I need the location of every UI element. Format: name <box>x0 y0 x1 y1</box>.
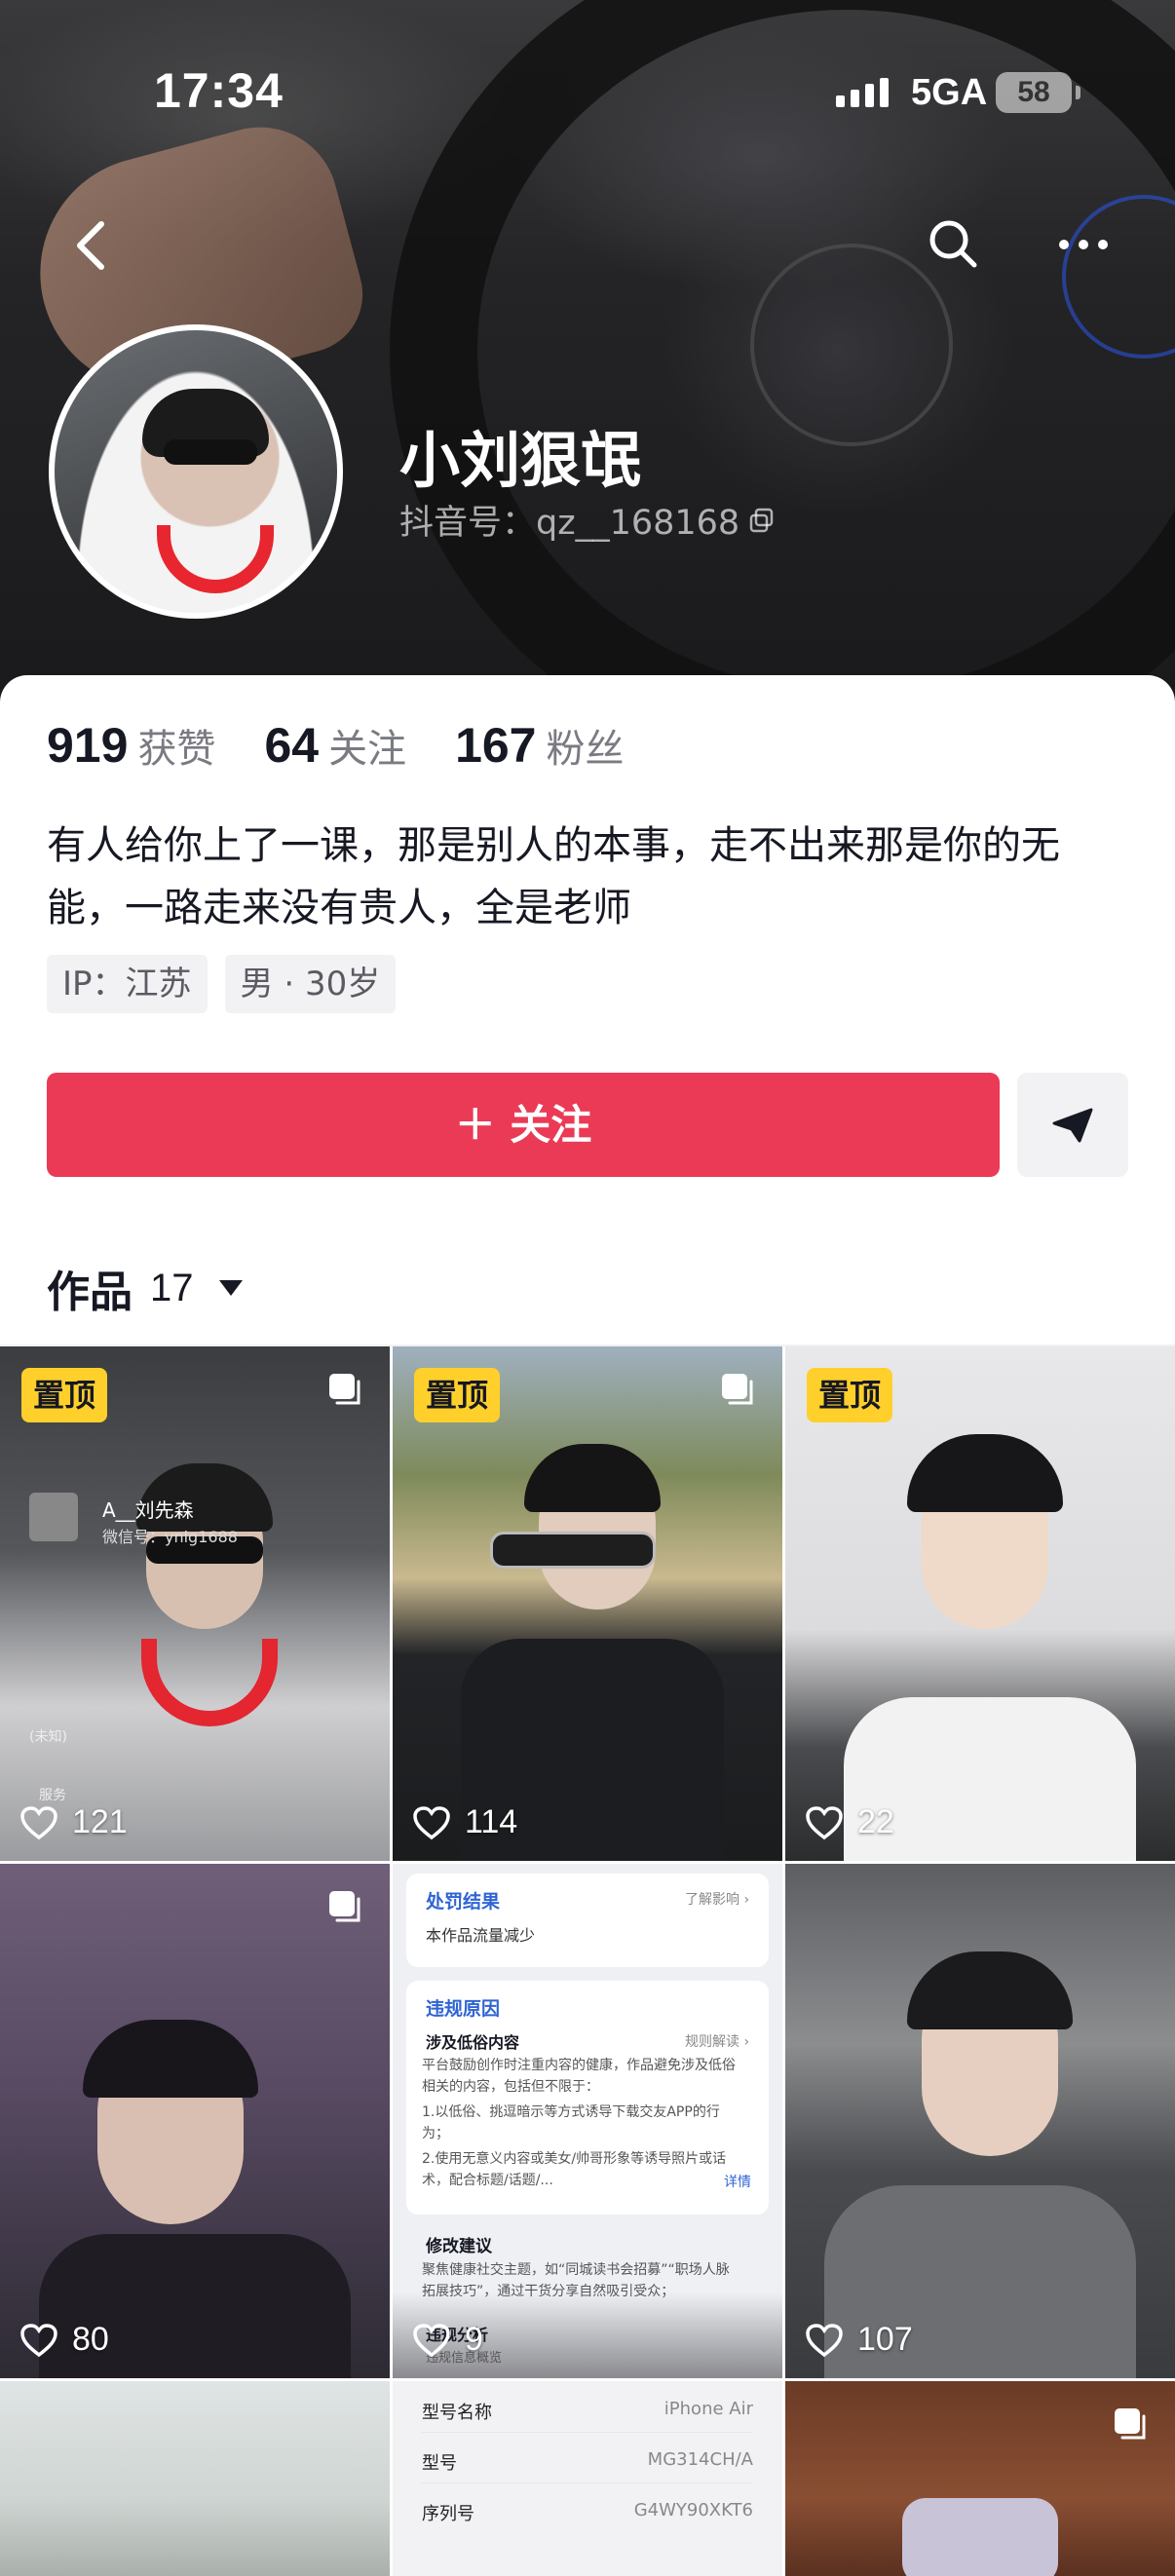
doc-detail-link: 详情 <box>724 2175 751 2190</box>
heart-icon <box>806 1805 843 1839</box>
video-thumbnail[interactable]: 处罚结果 了解影响 › 本作品流量减少 违规原因 涉及低俗内容 规则解读 › 平… <box>393 1864 782 2378</box>
doc-advice-title: 修改建议 <box>426 2237 492 2256</box>
profile-tags: IP：江苏 男 · 30岁 <box>47 955 397 1013</box>
status-time: 17:34 <box>154 63 284 118</box>
overlay-small: (未知) <box>29 1729 67 1745</box>
multi-image-icon <box>722 1374 753 1405</box>
avatar[interactable] <box>49 324 343 619</box>
search-button[interactable] <box>926 216 980 271</box>
spec-row: 型号名称 iPhone Air <box>422 2399 753 2433</box>
like-count: 107 <box>805 2321 913 2359</box>
profile-stats: 919 获赞 64 关注 167 粉丝 <box>47 717 673 774</box>
spec-row: 型号 MG314CH/A <box>422 2449 753 2483</box>
spec-row: 序列号 G4WY90XKT6 <box>422 2500 753 2524</box>
video-thumbnail[interactable]: 置顶 22 <box>785 1346 1175 1861</box>
multi-image-icon <box>1115 2408 1146 2440</box>
doc-result-text: 本作品流量减少 <box>426 1926 536 1945</box>
like-count: 80 <box>19 2321 109 2359</box>
like-count: 9 <box>412 2321 483 2359</box>
stat-likes[interactable]: 919 获赞 <box>47 717 215 774</box>
copy-icon[interactable] <box>749 508 775 533</box>
video-thumbnail[interactable]: 型号名称 iPhone Air 型号 MG314CH/A 序列号 G4WY90X… <box>393 2381 782 2576</box>
stat-following[interactable]: 64 关注 <box>264 717 406 774</box>
video-thumbnail[interactable]: 107 <box>785 1864 1175 2378</box>
pinned-badge: 置顶 <box>414 1368 501 1422</box>
works-count: 17 <box>150 1266 194 1309</box>
like-count: 22 <box>805 1803 894 1841</box>
doc-reason-link: 规则解读 › <box>685 2034 750 2050</box>
like-count: 114 <box>412 1803 517 1841</box>
send-icon <box>1052 1108 1093 1142</box>
video-thumbnail[interactable] <box>0 2381 390 2576</box>
heart-icon <box>20 1805 57 1839</box>
video-thumbnail[interactable]: A__刘先森 微信号：ynlg1688 (未知) 服务 置顶 121 <box>0 1346 390 1861</box>
message-button[interactable] <box>1017 1073 1128 1177</box>
video-thumbnail[interactable]: 置顶 114 <box>393 1346 782 1861</box>
chevron-left-icon <box>77 221 104 270</box>
tag-gender-age: 男 · 30岁 <box>224 955 397 1013</box>
heart-icon <box>413 1805 450 1839</box>
profile-name: 小刘狠氓 <box>399 425 642 496</box>
back-button[interactable] <box>70 216 113 275</box>
follow-button[interactable]: ＋ 关注 <box>47 1073 1000 1177</box>
overlay-name: A__刘先森 <box>102 1498 194 1522</box>
stat-followers[interactable]: 167 粉丝 <box>455 717 624 774</box>
doc-result-title: 处罚结果 <box>426 1891 501 1913</box>
battery-icon: 58 <box>996 72 1080 113</box>
ellipsis-icon <box>1059 240 1108 249</box>
video-thumbnail[interactable]: 80 <box>0 1864 390 2378</box>
pinned-badge: 置顶 <box>807 1368 893 1422</box>
more-button[interactable] <box>1056 230 1111 259</box>
like-count: 121 <box>19 1803 128 1841</box>
overlay-wechat: 微信号：ynlg1688 <box>102 1528 238 1546</box>
tag-ip: IP：江苏 <box>47 955 208 1013</box>
heart-icon <box>806 2323 843 2357</box>
caret-down-icon <box>218 1280 243 1296</box>
douyin-id-row[interactable]: 抖音号：qz__168168 <box>399 495 775 545</box>
doc-reason-sub: 涉及低俗内容 <box>426 2033 520 2052</box>
doc-reason-title: 违规原因 <box>426 1998 501 2020</box>
douyin-id: 抖音号：qz__168168 <box>399 504 740 543</box>
search-icon <box>929 220 977 268</box>
video-grid: A__刘先森 微信号：ynlg1688 (未知) 服务 置顶 121 置顶 11… <box>0 1346 1175 2576</box>
multi-image-icon <box>329 1891 360 1922</box>
doc-result-link: 了解影响 › <box>685 1892 750 1908</box>
signal-icon <box>836 78 889 107</box>
pinned-badge: 置顶 <box>21 1368 108 1422</box>
network-type: 5GA <box>911 72 988 113</box>
works-tab[interactable]: 作品 17 <box>47 1257 243 1319</box>
heart-icon <box>413 2323 450 2357</box>
status-bar: 17:34 5GA 58 <box>0 0 1175 185</box>
background-gauge <box>750 244 953 446</box>
profile-bio: 有人给你上了一课，那是别人的本事，走不出来那是你的无能，一路走来没有贵人，全是老… <box>47 823 1060 930</box>
works-label: 作品 <box>47 1268 133 1317</box>
overlay-service: 服务 <box>39 1788 66 1803</box>
multi-image-icon <box>329 1374 360 1405</box>
heart-icon <box>20 2323 57 2357</box>
video-thumbnail[interactable] <box>785 2381 1175 2576</box>
